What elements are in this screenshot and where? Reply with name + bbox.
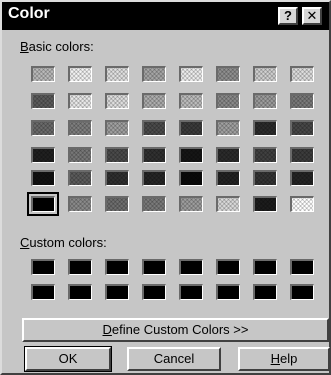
custom-color-swatch[interactable] [179, 259, 203, 275]
title-bar[interactable]: Color ? ✕ [2, 2, 329, 30]
custom-color-swatch[interactable] [105, 284, 129, 300]
basic-color-swatch[interactable] [216, 147, 240, 163]
basic-color-swatch[interactable] [216, 66, 240, 82]
custom-color-swatch[interactable] [142, 284, 166, 300]
help-button[interactable]: ? [278, 7, 298, 25]
basic-color-swatch[interactable] [31, 93, 55, 109]
help-text-button[interactable]: Help [238, 347, 330, 371]
basic-color-swatch[interactable] [68, 170, 92, 186]
basic-color-swatch[interactable] [253, 120, 277, 136]
basic-color-swatch[interactable] [105, 66, 129, 82]
basic-color-swatch[interactable] [290, 66, 314, 82]
basic-color-swatch[interactable] [68, 66, 92, 82]
custom-colors-label: Custom colors: [20, 235, 107, 250]
custom-color-swatch[interactable] [31, 284, 55, 300]
basic-color-swatch[interactable] [27, 192, 59, 216]
basic-color-swatch[interactable] [142, 196, 166, 212]
basic-color-swatch[interactable] [179, 170, 203, 186]
basic-colors-text: asic colors: [28, 39, 94, 54]
basic-color-swatch[interactable] [105, 196, 129, 212]
basic-color-swatch[interactable] [179, 66, 203, 82]
basic-color-swatch[interactable] [253, 93, 277, 109]
custom-color-swatch[interactable] [142, 259, 166, 275]
basic-colors-label: Basic colors: [20, 39, 94, 54]
basic-color-swatch[interactable] [216, 120, 240, 136]
custom-color-swatch[interactable] [216, 284, 240, 300]
basic-color-swatch[interactable] [142, 66, 166, 82]
basic-color-swatch[interactable] [31, 170, 55, 186]
custom-color-swatch[interactable] [31, 259, 55, 275]
basic-color-swatch[interactable] [68, 196, 92, 212]
basic-color-swatch[interactable] [253, 196, 277, 212]
basic-color-swatch[interactable] [216, 170, 240, 186]
basic-color-swatch[interactable] [105, 93, 129, 109]
basic-color-swatch[interactable] [179, 93, 203, 109]
close-button[interactable]: ✕ [302, 7, 322, 25]
help-mnemonic: H [270, 351, 281, 366]
custom-colors-text: ustom colors: [29, 235, 107, 250]
basic-color-swatch[interactable] [142, 147, 166, 163]
basic-color-swatch[interactable] [253, 66, 277, 82]
basic-colors-mnemonic: B [20, 39, 29, 54]
basic-color-swatch[interactable] [31, 147, 55, 163]
custom-color-swatch[interactable] [290, 284, 314, 300]
basic-color-swatch[interactable] [142, 93, 166, 109]
basic-color-swatch[interactable] [290, 147, 314, 163]
close-icon: ✕ [306, 8, 318, 23]
basic-color-swatch[interactable] [216, 93, 240, 109]
basic-color-swatch[interactable] [179, 147, 203, 163]
basic-color-swatch[interactable] [290, 120, 314, 136]
basic-color-swatch[interactable] [290, 93, 314, 109]
basic-color-swatch[interactable] [142, 120, 166, 136]
custom-colors-mnemonic: C [20, 235, 30, 250]
cancel-button[interactable]: Cancel [127, 347, 221, 371]
define-mnemonic: D [102, 322, 112, 337]
basic-color-swatch[interactable] [253, 170, 277, 186]
custom-color-swatch[interactable] [253, 259, 277, 275]
custom-color-swatch[interactable] [68, 259, 92, 275]
ok-button[interactable]: OK [24, 346, 112, 372]
help-text: elp [280, 351, 298, 366]
basic-color-swatch[interactable] [290, 196, 314, 212]
basic-color-swatch[interactable] [31, 120, 55, 136]
custom-color-swatch[interactable] [216, 259, 240, 275]
basic-color-swatch[interactable] [105, 147, 129, 163]
basic-color-swatch[interactable] [105, 120, 129, 136]
basic-color-swatch[interactable] [253, 147, 277, 163]
custom-color-swatch[interactable] [105, 259, 129, 275]
basic-color-swatch[interactable] [216, 196, 240, 212]
basic-color-swatch[interactable] [68, 147, 92, 163]
color-dialog: Color ? ✕ Basic colors: Custom colors: D… [0, 0, 331, 375]
define-custom-colors-button[interactable]: Define Custom Colors >> [22, 318, 329, 342]
custom-color-swatch[interactable] [253, 284, 277, 300]
custom-color-swatch[interactable] [179, 284, 203, 300]
basic-color-swatch[interactable] [68, 93, 92, 109]
basic-color-swatch[interactable] [105, 170, 129, 186]
basic-color-swatch[interactable] [142, 170, 166, 186]
custom-color-swatch[interactable] [68, 284, 92, 300]
basic-color-swatch[interactable] [179, 196, 203, 212]
basic-color-swatch[interactable] [68, 120, 92, 136]
define-text: efine Custom Colors >> [111, 322, 249, 337]
dialog-title: Color [8, 5, 50, 22]
basic-color-swatch[interactable] [290, 170, 314, 186]
basic-color-swatch[interactable] [31, 66, 55, 82]
custom-color-swatch[interactable] [290, 259, 314, 275]
basic-color-swatch[interactable] [179, 120, 203, 136]
